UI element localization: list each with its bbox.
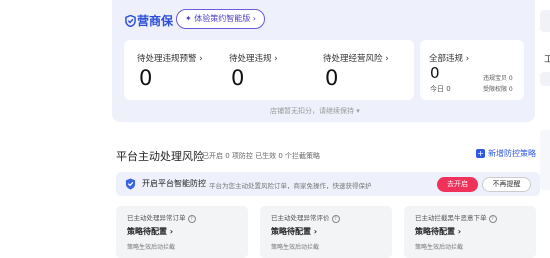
stat-risk-label: 待处理经营风险 <box>323 54 383 64</box>
restricted-permissions-count: 受限权限 0 <box>483 86 513 93</box>
banner-description: 平台为您主动处置风险订单，商家免操作，快速获得保护 <box>209 182 372 190</box>
stat-violation-label: 待处理违规 <box>229 54 272 64</box>
card-description: 策略生效后动拦截 <box>127 244 176 251</box>
dismiss-button[interactable]: 不再提醒 <box>482 177 531 192</box>
strategy-card-malicious-orders[interactable]: 已主动拦截黑牛恶意下单? 策略待配置 › 策略生效后动拦截 <box>404 206 536 258</box>
card-status: 策略待配置 <box>415 227 455 236</box>
edge-panel <box>540 10 550 32</box>
card-title: 已主动处理异常订单 <box>127 214 186 222</box>
enable-button[interactable]: 去开启 <box>437 177 478 192</box>
banner-title: 开启平台智能防控 <box>142 179 206 188</box>
chevron-down-icon: ▾ <box>356 107 360 115</box>
stat-business-risk[interactable]: 待处理经营风险 › 0 <box>314 40 410 100</box>
chevron-right-icon: › <box>274 54 278 64</box>
card-description: 策略生效后动拦截 <box>271 244 320 251</box>
edge-panel <box>540 72 550 86</box>
upgrade-pill-label: 体验策约智能版 <box>194 14 251 23</box>
violation-items-count: 违规宝贝 0 <box>483 75 513 82</box>
stat-warning-label: 待处理违规预警 <box>137 54 197 64</box>
strategy-card-orders[interactable]: 已主动处理异常订单? 策略待配置 › 策略生效后动拦截 <box>116 206 248 258</box>
all-violations-card[interactable]: 全部违规 › 0 今日 0 违规宝贝 0 受限权限 0 <box>420 40 524 100</box>
chevron-right-icon: › <box>252 14 256 23</box>
edge-panel <box>540 130 550 190</box>
card-title: 已主动拦截黑牛恶意下单 <box>415 214 487 222</box>
chevron-right-icon: › <box>465 54 470 64</box>
all-violations-label: 全部违规 <box>429 54 464 64</box>
section-subtitle: 已开启 0 项防控 已生效 0 个拦截策略 <box>202 152 321 160</box>
sparkle-icon: ✦ <box>185 14 192 23</box>
card-status: 策略待配置 <box>271 227 311 236</box>
stat-violation[interactable]: 待处理违规 › 0 <box>220 40 310 100</box>
card-description: 策略生效后动拦截 <box>415 244 464 251</box>
strategy-card-reviews[interactable]: 已主动处理异常评价? 策略待配置 › 策略生效后动拦截 <box>260 206 392 258</box>
today-count: 今日 0 <box>430 85 451 93</box>
help-icon[interactable]: ? <box>331 215 340 223</box>
chevron-right-icon: › <box>313 227 318 236</box>
stat-warning[interactable]: 待处理违规预警 › 0 <box>128 40 218 100</box>
status-hint: 店铺暂无扣分，请继续保持 ▾ <box>270 107 360 115</box>
add-strategy-button[interactable]: + 新增防控策略 <box>476 148 536 159</box>
chevron-right-icon: › <box>199 54 203 64</box>
brand-name: 营商保 <box>137 14 174 28</box>
brand-logo: 营商保 <box>125 12 173 29</box>
plus-icon: + <box>476 149 485 158</box>
all-violations-value: 0 <box>430 64 440 82</box>
add-strategy-label: 新增防控策略 <box>488 149 536 158</box>
stat-risk-value: 0 <box>325 66 339 90</box>
upgrade-pill-button[interactable]: ✦ 体验策约智能版 › <box>176 9 265 29</box>
stat-warning-value: 0 <box>139 66 153 90</box>
chevron-right-icon: › <box>457 227 462 236</box>
shield-logo-icon <box>125 15 136 27</box>
chevron-right-icon: › <box>169 227 174 236</box>
help-icon[interactable]: ? <box>488 215 497 223</box>
stat-violation-value: 0 <box>231 66 245 90</box>
section-title: 平台主动处理风险 <box>116 150 204 163</box>
edge-char: 工 <box>544 55 550 65</box>
card-status: 策略待配置 <box>127 227 167 236</box>
shield-check-icon <box>125 178 136 190</box>
chevron-right-icon: › <box>385 54 389 64</box>
card-title: 已主动处理异常评价 <box>271 214 330 222</box>
help-icon[interactable]: ? <box>187 215 196 223</box>
